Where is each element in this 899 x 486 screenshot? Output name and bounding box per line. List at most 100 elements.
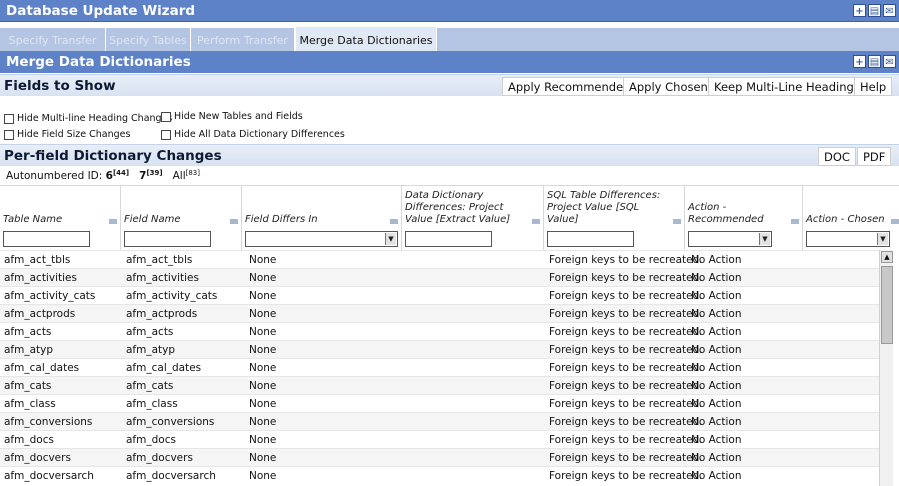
table-cell: afm_docvers (4, 452, 71, 464)
table-cell: afm_cats (4, 380, 52, 392)
hide-field-size-checkbox[interactable]: Hide Field Size Changes (4, 129, 130, 140)
hide-new-tables-checkbox[interactable]: Hide New Tables and Fields (161, 111, 303, 122)
table-cell: None (249, 470, 277, 482)
table-row[interactable]: afm_docs afm_docs None Foreign keys to be r… (0, 430, 880, 448)
tab-specify-tables[interactable]: Specify Tables (106, 28, 190, 51)
keep-multiline-headings-button[interactable]: Keep Multi-Line Headings (708, 77, 866, 96)
apply-chosen-button[interactable]: Apply Chosen (623, 77, 714, 96)
checkbox-label: Hide New Tables and Fields (174, 111, 303, 122)
apply-recommended-button[interactable]: Apply Recommended (502, 77, 637, 96)
sort-icon[interactable] (109, 219, 117, 224)
panel-mail-icon[interactable]: ✉ (883, 55, 896, 68)
table-cell: None (249, 398, 277, 410)
table-row[interactable]: afm_cats afm_cats None Foreign keys to be r… (0, 376, 880, 394)
col-field-differs-in: Field Differs In ▼ (242, 186, 402, 250)
table-row[interactable]: afm_class afm_class None Foreign keys to be… (0, 394, 880, 412)
tab-perform-transfer[interactable]: Perform Transfer (191, 28, 294, 51)
sql-differences-filter-input[interactable] (547, 231, 634, 247)
action-chosen-filter-select[interactable]: ▼ (806, 231, 890, 247)
sort-icon[interactable] (791, 219, 799, 224)
table-cell: No Action (691, 308, 742, 320)
chevron-down-icon[interactable]: ▼ (759, 233, 770, 245)
table-cell: afm_cal_dates (4, 362, 80, 374)
field-differs-filter-select[interactable]: ▼ (245, 231, 398, 247)
table-cell: Foreign keys to be recreated. (549, 308, 703, 320)
fields-to-show-title: Fields to Show (4, 78, 116, 94)
table-cell: afm_act_tbls (126, 254, 193, 266)
table-cell: afm_class (4, 398, 56, 410)
doc-button[interactable]: DOC (818, 147, 856, 166)
panel-title: Merge Data Dictionaries (6, 54, 191, 70)
tab-specify-transfer[interactable]: Specify Transfer (0, 28, 105, 51)
hide-all-differences-checkbox[interactable]: Hide All Data Dictionary Differences (161, 129, 345, 140)
table-row[interactable]: afm_docvers afm_docvers None Foreign keys t… (0, 448, 880, 466)
table-name-filter-input[interactable] (3, 231, 90, 247)
table-cell: afm_activity_cats (126, 290, 218, 302)
table-cell: None (249, 308, 277, 320)
action-recommended-filter-select[interactable]: ▼ (688, 231, 772, 247)
table-cell: No Action (691, 452, 742, 464)
panel-expand-icon[interactable]: + (853, 55, 866, 68)
col-action-chosen: Action - Chosen ▼ (803, 186, 899, 250)
table-cell: Foreign keys to be recreated. (549, 344, 703, 356)
checkbox-box[interactable] (4, 129, 14, 140)
table-cell: afm_actprods (4, 308, 76, 320)
table-cell: Foreign keys to be recreated. (549, 326, 703, 338)
table-cell: Foreign keys to be recreated. (549, 398, 703, 410)
chevron-down-icon[interactable]: ▼ (877, 233, 888, 245)
table-cell: afm_conversions (126, 416, 215, 428)
table-cell: afm_docversarch (126, 470, 216, 482)
table-row[interactable]: afm_docversarch afm_docversarch None Foreig… (0, 466, 880, 484)
autonum-all-link[interactable]: All[83] (173, 169, 200, 182)
table-cell: No Action (691, 326, 742, 338)
print-icon[interactable]: ▤ (868, 4, 881, 17)
table-row[interactable]: afm_cal_dates afm_cal_dates None Foreign ke… (0, 358, 880, 376)
fields-to-show-bar: Fields to Show Apply Recommended Apply C… (0, 74, 899, 96)
table-cell: afm_docs (126, 434, 176, 446)
dd-differences-filter-input[interactable] (405, 231, 492, 247)
checkbox-box[interactable] (4, 113, 14, 124)
checkbox-label: Hide Field Size Changes (17, 129, 131, 140)
table-cell: Foreign keys to be recreated. (549, 290, 703, 302)
sort-icon[interactable] (891, 219, 899, 224)
vertical-scrollbar[interactable]: ▲ (879, 250, 893, 486)
panel-print-icon[interactable]: ▤ (868, 55, 881, 68)
field-name-filter-input[interactable] (124, 231, 211, 247)
table-row[interactable]: afm_activities afm_activities None Foreign … (0, 268, 880, 286)
table-row[interactable]: afm_act_tbls afm_act_tbls None Foreign keys… (0, 250, 880, 268)
tab-merge-data-dictionaries[interactable]: Merge Data Dictionaries (296, 27, 436, 52)
table-cell: afm_acts (4, 326, 52, 338)
table-cell: No Action (691, 434, 742, 446)
expand-icon[interactable]: + (853, 4, 866, 17)
table-row[interactable]: afm_acts afm_acts None Foreign keys to be r… (0, 322, 880, 340)
table-cell: Foreign keys to be recreated. (549, 416, 703, 428)
table-row[interactable]: afm_atyp afm_atyp None Foreign keys to be r… (0, 340, 880, 358)
sort-icon[interactable] (230, 219, 238, 224)
hide-multiline-heading-checkbox[interactable]: Hide Multi-line Heading Changes (4, 113, 172, 124)
help-button[interactable]: Help (854, 77, 893, 96)
chevron-down-icon[interactable]: ▼ (385, 233, 396, 245)
table-cell: afm_acts (126, 326, 174, 338)
checkbox-label: Hide All Data Dictionary Differences (174, 129, 345, 140)
table-cell: afm_act_tbls (4, 254, 71, 266)
scroll-up-icon[interactable]: ▲ (881, 251, 893, 263)
autonum-7-link[interactable]: 7[39] (139, 169, 162, 182)
sort-icon[interactable] (532, 219, 540, 224)
checkbox-box[interactable] (161, 129, 171, 140)
table-row[interactable]: afm_conversions afm_conversions None Foreig… (0, 412, 880, 430)
table-cell: None (249, 452, 277, 464)
mail-icon[interactable]: ✉ (883, 4, 896, 17)
table-cell: afm_cal_dates (126, 362, 202, 374)
sort-icon[interactable] (390, 219, 398, 224)
sort-icon[interactable] (673, 219, 681, 224)
scroll-thumb[interactable] (881, 266, 893, 344)
grid-header: Table Name Field Name Field Differs In ▼… (0, 186, 899, 250)
checkbox-box[interactable] (161, 111, 171, 122)
autonum-6-link[interactable]: 6[44] (106, 169, 129, 182)
wizard-tabs: Specify Transfer Specify Tables Perform … (0, 22, 899, 52)
grid-body: afm_act_tbls afm_act_tbls None Foreign keys… (0, 250, 880, 486)
filter-checkboxes: Hide Multi-line Heading Changes Hide New… (0, 110, 899, 144)
table-row[interactable]: afm_activity_cats afm_activity_cats None Fo… (0, 286, 880, 304)
table-row[interactable]: afm_actprods afm_actprods None Foreign keys… (0, 304, 880, 322)
pdf-button[interactable]: PDF (857, 147, 892, 166)
